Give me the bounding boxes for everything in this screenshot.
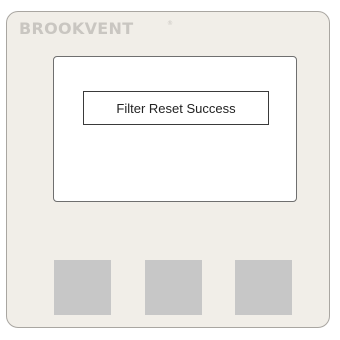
control-panel: BROOKVENT ® Filter Reset Success [6, 11, 330, 328]
status-message: Filter Reset Success [83, 91, 269, 125]
right-button[interactable] [235, 260, 292, 315]
display-screen: Filter Reset Success [53, 56, 297, 202]
left-button[interactable] [54, 260, 111, 315]
middle-button[interactable] [145, 260, 202, 315]
registered-mark: ® [167, 20, 173, 27]
brand-logo: BROOKVENT [19, 19, 134, 38]
